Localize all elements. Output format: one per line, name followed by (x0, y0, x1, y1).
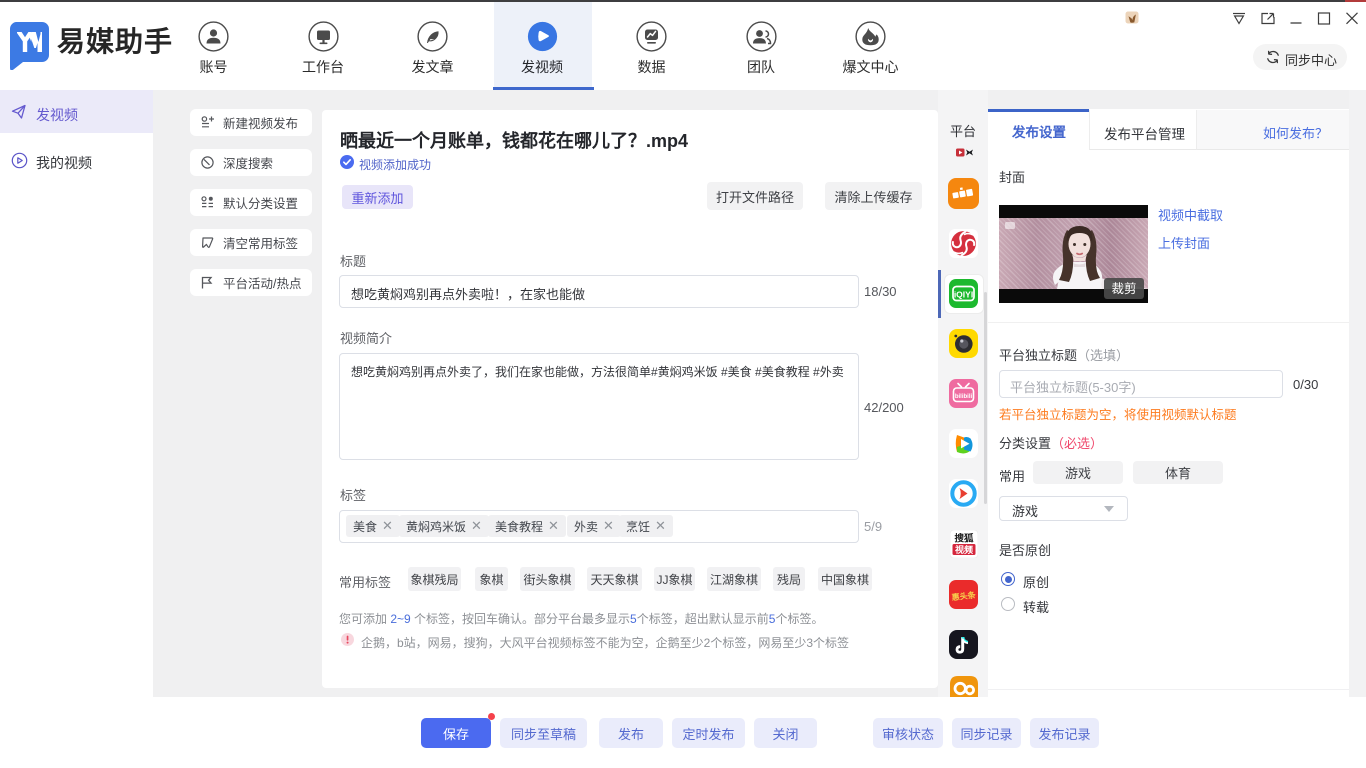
svg-text:裁剪: 裁剪 (1111, 281, 1136, 296)
svg-text:bilibili: bilibili (955, 394, 973, 400)
svg-text:iQIYI: iQIYI (954, 289, 973, 299)
svg-text:视频: 视频 (955, 544, 973, 555)
svg-text:搜狐: 搜狐 (954, 533, 974, 545)
